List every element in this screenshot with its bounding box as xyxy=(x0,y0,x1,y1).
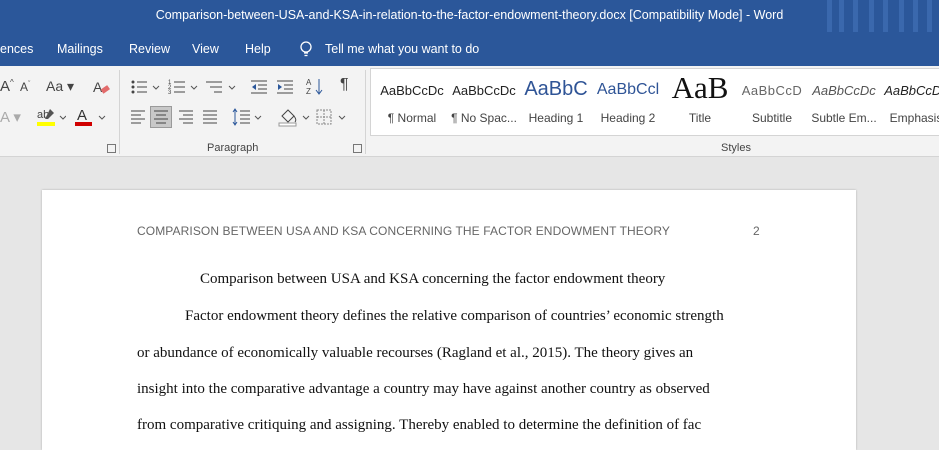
line-spacing-icon[interactable] xyxy=(232,108,264,126)
font-dialog-launcher[interactable] xyxy=(107,144,116,153)
style-name: Heading 1 xyxy=(528,111,584,125)
numbering-icon[interactable]: 1 2 3 xyxy=(168,78,200,96)
document-page[interactable]: COMPARISON BETWEEN USA AND KSA CONCERNIN… xyxy=(42,190,856,450)
clear-formatting-icon[interactable]: A xyxy=(92,78,110,96)
style-name: Subtle Em... xyxy=(811,111,877,125)
style-subtle-emphasis[interactable]: AaBbCcDc Subtle Em... xyxy=(809,69,879,133)
style-preview: AaB xyxy=(671,70,729,105)
align-center-icon xyxy=(154,110,168,124)
style-name: Heading 2 xyxy=(600,111,656,125)
style-preview: AaBbCcDc xyxy=(812,83,876,98)
text-effects-icon[interactable]: A ▾ xyxy=(0,108,21,126)
body-line: or abundance of economically valuable re… xyxy=(137,345,694,361)
bullets-icon[interactable] xyxy=(130,78,162,96)
ribbon: A^ Aˇ Aa ▾ A A ▾ ab A 1 2 3 A Z ¶ Paragr… xyxy=(0,66,939,157)
style-no-spacing[interactable]: AaBbCcDc ¶ No Spac... xyxy=(449,69,519,133)
shading-icon[interactable] xyxy=(278,106,312,128)
svg-text:3: 3 xyxy=(168,90,172,96)
style-preview: AaBbCcl xyxy=(596,81,660,98)
change-case-icon[interactable]: Aa ▾ xyxy=(46,78,74,95)
tab-help[interactable]: Help xyxy=(245,42,271,56)
title-bar: Comparison-between-USA-and-KSA-in-relati… xyxy=(0,0,939,32)
style-preview: AaBbCcDc xyxy=(380,83,444,98)
styles-gallery: AaBbCcDc ¶ Normal AaBbCcDc ¶ No Spac... … xyxy=(370,68,939,136)
style-name: Subtitle xyxy=(751,111,793,125)
show-marks-icon[interactable]: ¶ xyxy=(340,76,349,94)
ribbon-separator xyxy=(119,70,120,154)
multilevel-list-icon[interactable] xyxy=(206,78,238,96)
body-line: insight into the comparative advantage a… xyxy=(137,381,710,397)
justify-icon[interactable] xyxy=(202,109,218,125)
style-preview: AaBbCcDc xyxy=(452,83,516,98)
svg-text:Z: Z xyxy=(306,87,311,96)
align-right-icon[interactable] xyxy=(178,109,194,125)
paragraph-group-label: Paragraph xyxy=(207,142,259,154)
tab-view[interactable]: View xyxy=(192,42,219,56)
style-name: Emphasis xyxy=(889,111,939,125)
shrink-font-icon[interactable]: Aˇ xyxy=(20,80,30,94)
style-name: ¶ Normal xyxy=(387,111,437,125)
tab-review[interactable]: Review xyxy=(129,42,170,56)
grow-font-icon[interactable]: A^ xyxy=(0,78,14,95)
style-heading-1[interactable]: AaBbC Heading 1 xyxy=(521,69,591,133)
style-heading-2[interactable]: AaBbCcl Heading 2 xyxy=(593,69,663,133)
document-title: Comparison between USA and KSA concernin… xyxy=(200,271,666,287)
style-preview: AaBbCcDc xyxy=(884,83,939,98)
page-number: 2 xyxy=(753,224,760,238)
highlight-color-icon[interactable]: ab xyxy=(36,106,66,128)
styles-group-label: Styles xyxy=(721,142,751,154)
running-header: COMPARISON BETWEEN USA AND KSA CONCERNIN… xyxy=(137,224,670,238)
style-name: ¶ No Spac... xyxy=(451,111,517,125)
style-emphasis[interactable]: AaBbCcDc Emphasis xyxy=(881,69,939,133)
style-preview: AaBbC xyxy=(524,78,588,100)
style-name: Title xyxy=(688,111,712,125)
svg-text:A: A xyxy=(306,78,312,87)
body-line: Factor endowment theory defines the rela… xyxy=(185,308,724,324)
titlebar-decoration xyxy=(819,0,939,32)
style-subtitle[interactable]: AaBbCcD Subtitle xyxy=(737,69,807,133)
body-line: from comparative critiquing and assignin… xyxy=(137,417,702,433)
decrease-indent-icon[interactable] xyxy=(250,78,268,96)
svg-text:A: A xyxy=(77,107,87,124)
increase-indent-icon[interactable] xyxy=(276,78,294,96)
tab-mailings[interactable]: Mailings xyxy=(57,42,103,56)
align-center-button[interactable] xyxy=(150,106,172,128)
align-left-icon[interactable] xyxy=(130,109,146,125)
borders-icon[interactable] xyxy=(316,108,348,126)
sort-icon[interactable]: AZ xyxy=(306,77,324,97)
window-title: Comparison-between-USA-and-KSA-in-relati… xyxy=(155,8,784,22)
ribbon-separator xyxy=(365,70,366,154)
tell-me-search[interactable]: Tell me what you want to do xyxy=(325,42,479,56)
svg-text:A: A xyxy=(93,79,103,95)
tab-references[interactable]: ences xyxy=(0,42,33,56)
style-normal[interactable]: AaBbCcDc ¶ Normal xyxy=(377,69,447,133)
menu-bar: ences Mailings Review View Help Tell me … xyxy=(0,32,939,66)
font-color-icon[interactable]: A xyxy=(74,106,108,128)
lightbulb-icon[interactable] xyxy=(298,40,314,58)
paragraph-dialog-launcher[interactable] xyxy=(353,144,362,153)
style-title[interactable]: AaB Title xyxy=(665,69,735,133)
style-preview: AaBbCcD xyxy=(741,83,803,98)
